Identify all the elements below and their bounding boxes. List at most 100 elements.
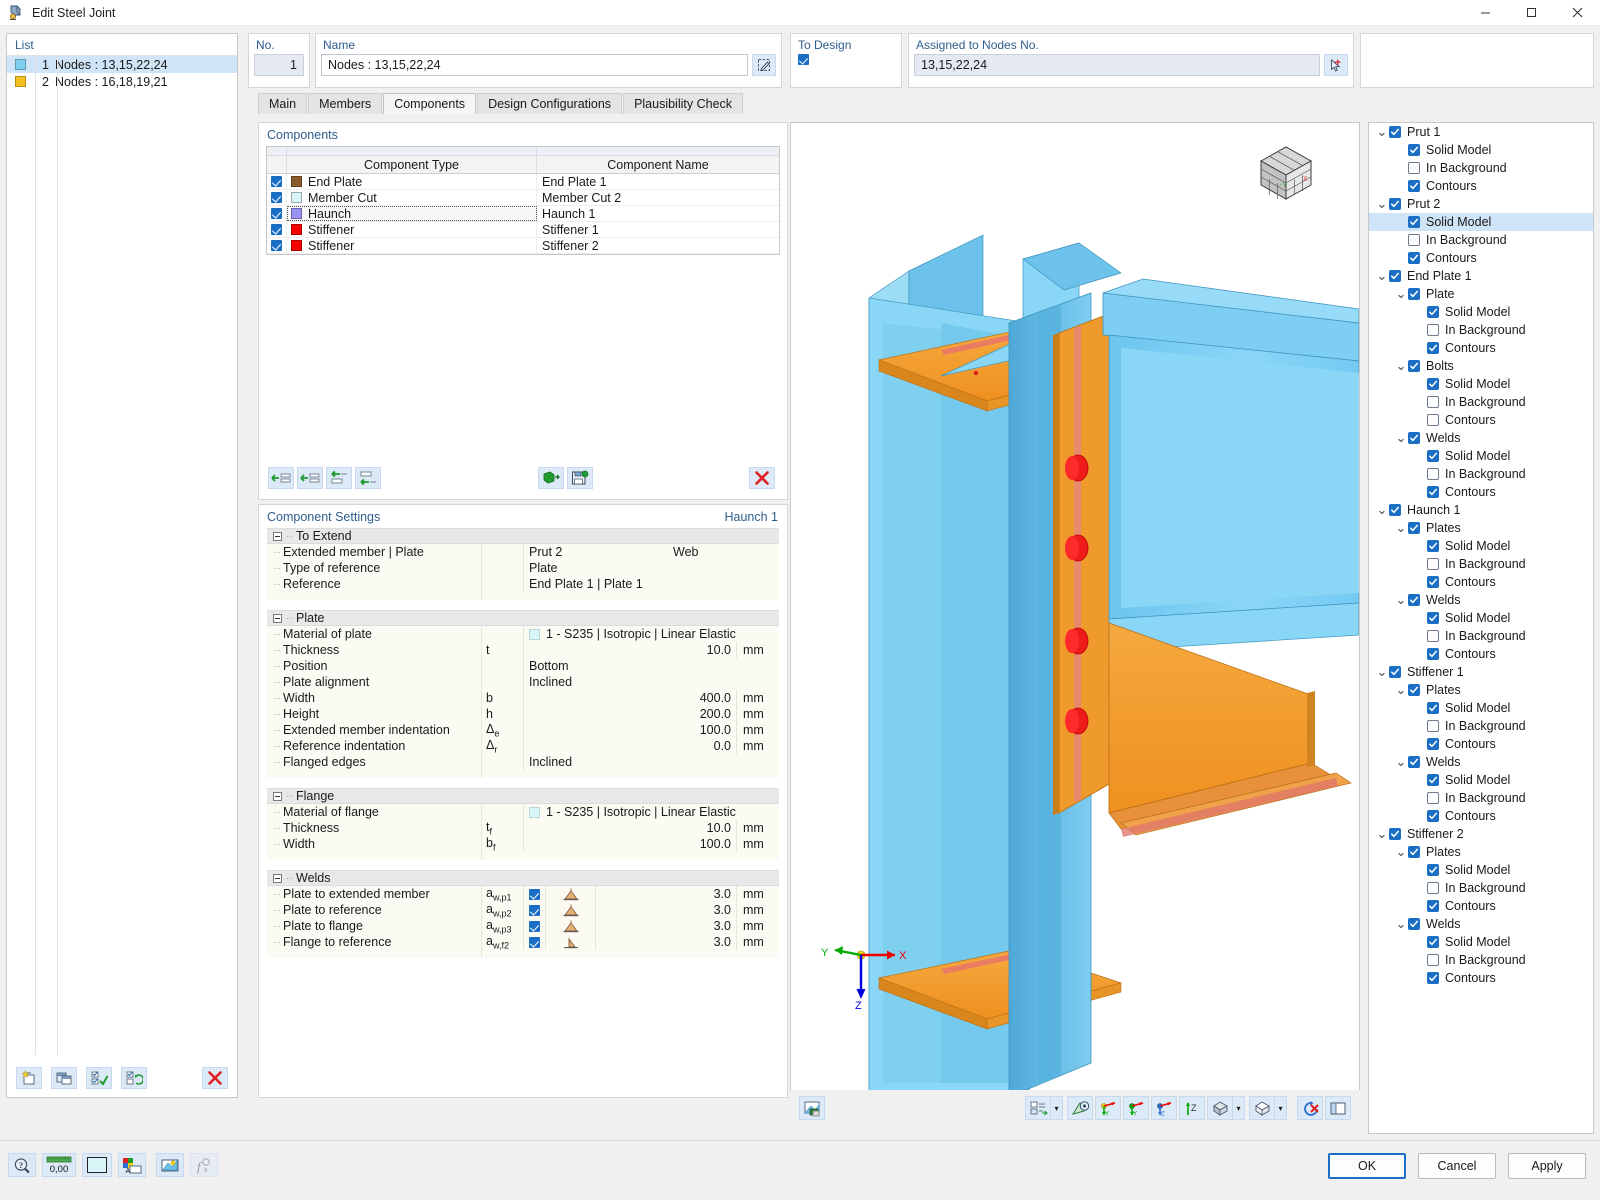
pick-node-icon[interactable] — [1324, 54, 1348, 76]
insert-after-icon[interactable] — [297, 467, 323, 489]
tree-item[interactable]: Contours — [1369, 177, 1593, 195]
collapse-expand-icon[interactable] — [273, 532, 282, 541]
property-value-cell[interactable]: 10.0 — [524, 642, 737, 658]
display-properties-icon[interactable] — [1025, 1096, 1051, 1120]
tree-item[interactable]: Contours — [1369, 249, 1593, 267]
property-value-cell[interactable]: 400.0 — [524, 690, 737, 706]
tab-main[interactable]: Main — [258, 93, 307, 114]
chevron-down-icon[interactable]: ⌄ — [1394, 290, 1408, 298]
tree-item[interactable]: Solid Model — [1369, 861, 1593, 879]
tree-item-checkbox[interactable] — [1427, 810, 1439, 822]
settings-section-header[interactable]: ··Flange — [267, 788, 779, 804]
property-value-secondary[interactable] — [669, 560, 779, 576]
chevron-down-icon[interactable]: ⌄ — [1394, 524, 1408, 532]
chevron-down-icon[interactable]: ⌄ — [1375, 668, 1389, 676]
component-name-cell[interactable]: Stiffener 1 — [537, 222, 779, 237]
tree-item[interactable]: ⌄Haunch 1 — [1369, 501, 1593, 519]
tree-item[interactable]: ⌄Plates — [1369, 519, 1593, 537]
component-name-cell[interactable]: Stiffener 2 — [537, 238, 779, 253]
to-design-checkbox[interactable] — [798, 54, 809, 65]
tree-item-checkbox[interactable] — [1427, 396, 1439, 408]
chevron-down-icon[interactable]: ⌄ — [1394, 920, 1408, 928]
render-box-icon[interactable] — [1249, 1096, 1275, 1120]
chevron-down-icon[interactable]: ⌄ — [1394, 596, 1408, 604]
render-mode-icon[interactable] — [799, 1096, 825, 1120]
tree-item[interactable]: ⌄Plate — [1369, 285, 1593, 303]
chevron-down-icon[interactable]: ⌄ — [1394, 848, 1408, 856]
settings-property-row[interactable]: ···Heighth200.0mm — [267, 706, 779, 722]
tree-item[interactable]: In Background — [1369, 879, 1593, 897]
tree-item[interactable]: ⌄End Plate 1 — [1369, 267, 1593, 285]
tree-item-checkbox[interactable] — [1408, 234, 1420, 246]
tree-item-checkbox[interactable] — [1427, 882, 1439, 894]
tree-item-checkbox[interactable] — [1408, 252, 1420, 264]
collapse-expand-icon[interactable] — [273, 874, 282, 883]
property-value-cell[interactable]: 10.0 — [524, 820, 737, 836]
model-3d-view[interactable]: -Y X X Y Z — [790, 122, 1360, 1098]
tree-item-checkbox[interactable] — [1427, 540, 1439, 552]
settings-section-header[interactable]: ··Welds — [267, 870, 779, 886]
settings-property-row[interactable]: ···PositionBottom — [267, 658, 779, 674]
tree-item-checkbox[interactable] — [1427, 792, 1439, 804]
tree-item-checkbox[interactable] — [1427, 450, 1439, 462]
delete-component-icon[interactable] — [749, 467, 775, 489]
tab-components[interactable]: Components — [383, 93, 476, 114]
copy-joint-button[interactable] — [51, 1067, 77, 1089]
tree-item[interactable]: ⌄Welds — [1369, 753, 1593, 771]
tree-item-checkbox[interactable] — [1389, 828, 1401, 840]
component-enabled-checkbox[interactable] — [271, 192, 282, 203]
tab-design-configurations[interactable]: Design Configurations — [477, 93, 622, 114]
component-type-cell[interactable]: Haunch — [287, 206, 537, 221]
tree-item-checkbox[interactable] — [1408, 180, 1420, 192]
component-enabled-checkbox[interactable] — [271, 240, 282, 251]
tree-item[interactable]: Solid Model — [1369, 609, 1593, 627]
tab-members[interactable]: Members — [308, 93, 382, 114]
tree-item-checkbox[interactable] — [1427, 630, 1439, 642]
tree-item[interactable]: Contours — [1369, 411, 1593, 429]
tree-item[interactable]: Contours — [1369, 645, 1593, 663]
table-row[interactable]: Member CutMember Cut 2 — [267, 190, 779, 206]
chevron-down-icon[interactable]: ⌄ — [1375, 200, 1389, 208]
settings-property-row[interactable]: ···Widthb400.0mm — [267, 690, 779, 706]
cancel-button[interactable]: Cancel — [1418, 1153, 1496, 1179]
property-value-cell[interactable]: 0.0 — [524, 738, 737, 754]
settings-property-row[interactable]: ···Reference indentationΔr0.0mm — [267, 738, 779, 754]
chevron-down-icon[interactable]: ⌄ — [1394, 362, 1408, 370]
property-value-cell[interactable]: 3.0 — [596, 934, 737, 950]
view-x-icon[interactable]: Y — [1095, 1096, 1121, 1120]
tree-item[interactable]: In Background — [1369, 393, 1593, 411]
tree-item-checkbox[interactable] — [1427, 324, 1439, 336]
property-value-cell[interactable]: 3.0 — [596, 886, 737, 902]
tree-item[interactable]: In Background — [1369, 231, 1593, 249]
tree-item[interactable]: ⌄Prut 2 — [1369, 195, 1593, 213]
tree-item[interactable]: Solid Model — [1369, 447, 1593, 465]
tree-item-checkbox[interactable] — [1427, 612, 1439, 624]
tree-item-checkbox[interactable] — [1427, 486, 1439, 498]
tree-item[interactable]: In Background — [1369, 789, 1593, 807]
tree-item[interactable]: In Background — [1369, 717, 1593, 735]
apply-button[interactable]: Apply — [1508, 1153, 1586, 1179]
chevron-down-icon[interactable]: ⌄ — [1375, 506, 1389, 514]
tree-item-checkbox[interactable] — [1427, 774, 1439, 786]
settings-property-row[interactable]: ···Plate to extended memberaw,p13.0mm — [267, 886, 779, 902]
property-value-cell[interactable]: 1 - S235 | Isotropic | Linear Elastic — [524, 626, 779, 642]
settings-property-row[interactable]: ···ReferenceEnd Plate 1 | Plate 1 — [267, 576, 779, 592]
tree-item[interactable]: Contours — [1369, 969, 1593, 987]
chevron-down-icon[interactable]: ⌄ — [1394, 434, 1408, 442]
tree-item[interactable]: Solid Model — [1369, 537, 1593, 555]
toggle-selection-button[interactable] — [121, 1067, 147, 1089]
settings-property-row[interactable]: ···Plate alignmentInclined — [267, 674, 779, 690]
table-row[interactable]: StiffenerStiffener 1 — [267, 222, 779, 238]
tree-item[interactable]: In Background — [1369, 555, 1593, 573]
reset-view-icon[interactable] — [1297, 1096, 1323, 1120]
tree-item[interactable]: In Background — [1369, 465, 1593, 483]
tree-item-checkbox[interactable] — [1427, 468, 1439, 480]
component-type-cell[interactable]: End Plate — [287, 174, 537, 189]
tree-item[interactable]: ⌄Bolts — [1369, 357, 1593, 375]
tree-item[interactable]: Solid Model — [1369, 141, 1593, 159]
edit-pencil-icon[interactable] — [752, 54, 776, 76]
tree-item-checkbox[interactable] — [1408, 432, 1420, 444]
tree-item[interactable]: ⌄Welds — [1369, 429, 1593, 447]
render-solid-icon[interactable] — [1207, 1096, 1233, 1120]
tree-item[interactable]: In Background — [1369, 627, 1593, 645]
